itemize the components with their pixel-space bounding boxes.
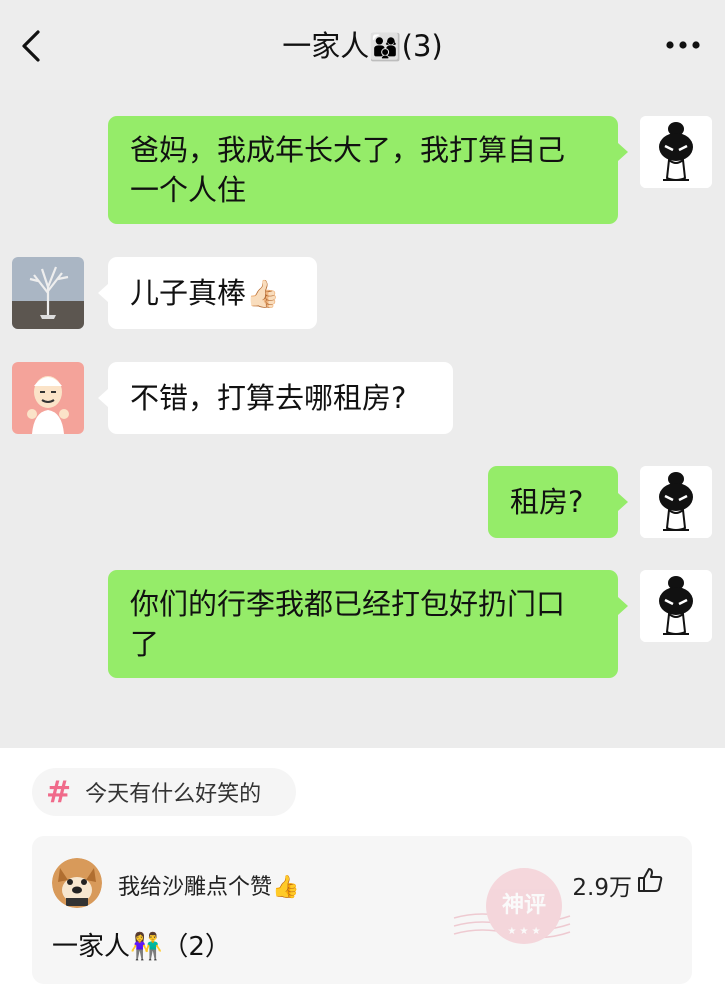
bubble-tail (98, 284, 108, 302)
message-bubble-me[interactable]: 爸妈，我成年长大了，我打算自己 一个人住 (108, 116, 618, 224)
bubble-tail (618, 493, 628, 511)
member-count: (3) (401, 29, 443, 63)
message-text-line: 一个人住 (130, 173, 247, 207)
commenter-name-text: 我给沙雕点个赞 (118, 875, 273, 900)
family-emoji-icon: 👨‍👩‍👦 (369, 33, 402, 63)
chat-title-text: 一家人 (282, 29, 370, 63)
thumbs-up-emoji-icon: 👍 (272, 875, 300, 900)
comment-suffix: （2） (162, 932, 231, 962)
message-text: 儿子真棒 (130, 276, 247, 310)
message-bubble-other[interactable]: 不错，打算去哪租房? (108, 362, 453, 434)
stamp-text: 神评 (502, 892, 546, 918)
message-bubble-me[interactable]: 租房? (488, 466, 618, 538)
topic-tag[interactable]: # 今天有什么好笑的 (32, 768, 296, 816)
thumbs-up-emoji-icon: 👍🏻 (246, 279, 280, 310)
bubble-tail (618, 597, 628, 615)
more-dots-icon[interactable] (665, 30, 701, 60)
like-count: 2.9万 (572, 875, 632, 901)
mom-avatar[interactable] (12, 362, 84, 434)
bubble-tail (618, 143, 628, 161)
couple-emoji-icon: 👫 (130, 932, 163, 962)
message-bubble-me[interactable]: 你们的行李我都已经打包好扔门口 了 (108, 570, 618, 678)
my-avatar[interactable] (640, 466, 712, 538)
message-text-line: 了 (130, 627, 160, 661)
thumbs-up-icon[interactable] (636, 866, 664, 894)
svg-text:★ ★ ★: ★ ★ ★ (507, 926, 540, 937)
topic-label: 今天有什么好笑的 (85, 782, 262, 807)
hashtag-icon: # (46, 774, 72, 810)
chat-screenshot: 一家人👨‍👩‍👦(3) 爸妈，我成年长大了，我打算自己 一个人住 (0, 0, 725, 748)
commenter-name[interactable]: 我给沙雕点个赞👍 (118, 869, 299, 901)
god-comment-stamp: 神评 ★ ★ ★ (452, 860, 572, 960)
bubble-tail (98, 389, 108, 407)
chat-header: 一家人👨‍👩‍👦(3) (0, 0, 725, 90)
message-text: 租房? (510, 485, 584, 519)
comment-text: 一家人 (52, 932, 131, 962)
top-comment-card[interactable]: 神评 ★ ★ ★ 我给沙雕点个赞👍 2.9万 一家人👫（2） (32, 836, 692, 984)
message-text-line: 爸妈，我成年长大了，我打算自己 (130, 133, 566, 167)
dad-avatar[interactable] (12, 257, 84, 329)
message-bubble-other[interactable]: 儿子真棒👍🏻 (108, 257, 317, 329)
my-avatar[interactable] (640, 116, 712, 188)
my-avatar[interactable] (640, 570, 712, 642)
comment-body: 一家人👫（2） (52, 926, 231, 963)
message-text-line: 你们的行李我都已经打包好扔门口 (130, 587, 566, 621)
commenter-avatar[interactable] (52, 858, 102, 908)
message-text: 不错，打算去哪租房? (130, 381, 407, 415)
chat-title: 一家人👨‍👩‍👦(3) (0, 26, 725, 68)
